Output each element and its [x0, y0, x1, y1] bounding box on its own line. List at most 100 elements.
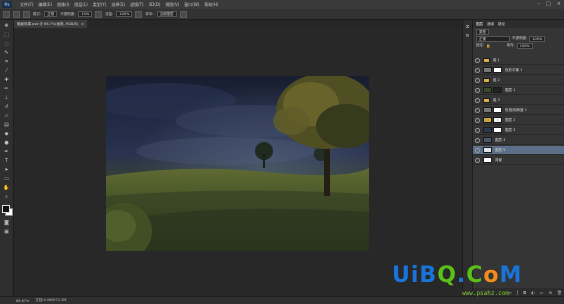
tab-paths[interactable]: 路径 [498, 22, 505, 27]
menu-type[interactable]: 类型(Y) [93, 2, 107, 8]
layer-thumbnail [483, 117, 492, 123]
brush-size-icon[interactable] [13, 10, 20, 18]
airbrush-icon[interactable] [135, 10, 143, 18]
layer-row[interactable]: 图层 4 [473, 136, 564, 145]
layer-row[interactable]: 色相/饱和度 1 [473, 106, 564, 115]
layer-thumbnail [483, 87, 492, 93]
menu-help[interactable]: 帮助(H) [204, 2, 218, 8]
menu-edit[interactable]: 编辑(E) [38, 2, 52, 8]
visibility-eye-icon[interactable] [475, 107, 480, 113]
layer-kind-select[interactable]: 类型 [476, 28, 489, 35]
layer-row-selected[interactable]: 图层 5 [473, 146, 564, 155]
dodge-tool-icon[interactable]: ● [3, 140, 10, 146]
tab-layers[interactable]: 图层 [476, 22, 483, 27]
blur-tool-icon[interactable]: ◆ [3, 131, 10, 137]
menu-layer[interactable]: 图层(L) [74, 2, 87, 8]
layer-row[interactable]: 组 3 [473, 96, 564, 105]
folder-icon [483, 57, 490, 63]
layer-row[interactable]: 图层 1 [473, 86, 564, 95]
layer-mask-thumbnail [493, 87, 502, 93]
layer-row[interactable]: 图层 2 [473, 116, 564, 125]
pen-tool-icon[interactable]: ✒ [3, 149, 10, 155]
folder-icon [483, 97, 490, 103]
menu-image[interactable]: 图像(I) [57, 2, 69, 8]
move-tool-icon[interactable]: ✥ [3, 23, 10, 29]
properties-panel-icon[interactable]: ≡ [464, 33, 471, 39]
eyedropper-icon[interactable]: ⁄ [3, 68, 10, 74]
visibility-eye-icon[interactable] [475, 147, 480, 153]
shape-tool-icon[interactable]: ▭ [3, 176, 10, 182]
lasso-tool-icon[interactable]: ◌ [3, 41, 10, 47]
foreground-color-swatch[interactable] [2, 205, 10, 213]
layer-mask-thumbnail [493, 107, 502, 113]
maximize-icon[interactable]: □ [546, 1, 551, 7]
tab-channels[interactable]: 通道 [487, 22, 494, 27]
eraser-tool-icon[interactable]: ▱ [3, 113, 10, 119]
visibility-eye-icon[interactable] [475, 87, 480, 93]
brush-preset-icon[interactable] [3, 10, 10, 18]
layer-row[interactable]: 背景 [473, 156, 564, 165]
close-tab-icon[interactable]: × [81, 22, 84, 26]
marquee-tool-icon[interactable]: ⬚ [3, 32, 10, 38]
brush-panel-icon[interactable] [23, 10, 30, 18]
crop-tool-icon[interactable]: ⌗ [3, 59, 10, 65]
zoom-level[interactable]: 66.67% [16, 299, 29, 303]
menu-3d[interactable]: 3D(D) [149, 2, 161, 8]
minimize-icon[interactable]: – [538, 1, 541, 7]
brush-tool-icon[interactable]: ✏ [3, 86, 10, 92]
menu-file[interactable]: 文件(F) [20, 2, 33, 8]
color-swatches[interactable] [2, 205, 13, 216]
layer-filter-row: 类型 [473, 28, 564, 35]
quick-mask-icon[interactable]: ◙ [3, 220, 10, 226]
close-icon[interactable]: × [557, 1, 561, 7]
type-tool-icon[interactable]: T [3, 158, 10, 164]
path-select-icon[interactable]: ➤ [3, 167, 10, 173]
visibility-eye-icon[interactable] [475, 117, 480, 123]
healing-brush-icon[interactable]: ✚ [3, 77, 10, 83]
hand-tool-icon[interactable]: ✋ [3, 185, 10, 191]
layer-row[interactable]: 组 1 [473, 56, 564, 65]
menu-select[interactable]: 选择(S) [111, 2, 125, 8]
adjustment-icon [483, 67, 492, 73]
menu-filter[interactable]: 滤镜(T) [130, 2, 144, 8]
gradient-tool-icon[interactable]: ▤ [3, 122, 10, 128]
mode-select[interactable]: 正常 [44, 11, 58, 17]
menu-items: 文件(F) 编辑(E) 图像(I) 图层(L) 类型(Y) 选择(S) 滤镜(T… [20, 2, 218, 8]
document-canvas[interactable] [106, 76, 369, 251]
layer-opacity-field[interactable]: 100% [529, 35, 546, 42]
menu-window[interactable]: 窗口(W) [184, 2, 199, 8]
visibility-eye-icon[interactable] [475, 157, 480, 163]
layer-row[interactable]: 图层 3 [473, 126, 564, 135]
layer-row[interactable]: 组 2 [473, 76, 564, 85]
layer-name: 色相/饱和度 1 [505, 107, 528, 112]
opacity-field[interactable]: 10% [78, 11, 93, 17]
history-brush-icon[interactable]: ↺ [3, 104, 10, 110]
pressure-opacity-icon[interactable] [95, 10, 103, 18]
document-tab[interactable]: 晚景效果.psd @ 66.7%(画笔, RGB/8) × [14, 20, 88, 28]
screen-mode-icon[interactable]: ▣ [3, 229, 10, 235]
clone-stamp-icon[interactable]: ⊥ [3, 95, 10, 101]
layer-mask-thumbnail [493, 117, 502, 123]
zoom-tool-icon[interactable]: ⌕ [3, 194, 10, 200]
visibility-eye-icon[interactable] [475, 67, 480, 73]
sample-select[interactable]: 当前图层 [156, 11, 177, 17]
fill-field[interactable]: 100% [516, 42, 533, 49]
history-panel-icon[interactable]: ⧖ [464, 24, 471, 30]
layer-name: 图层 4 [495, 137, 506, 142]
visibility-eye-icon[interactable] [475, 77, 480, 83]
blend-mode-select[interactable]: 正常 [476, 35, 510, 42]
visibility-eye-icon[interactable] [475, 97, 480, 103]
visibility-eye-icon[interactable] [475, 137, 480, 143]
quick-select-icon[interactable]: ✎ [3, 50, 10, 56]
menu-view[interactable]: 视图(V) [165, 2, 179, 8]
layer-thumbnail [483, 157, 492, 163]
flow-field[interactable]: 100% [116, 11, 133, 17]
layer-thumbnail [483, 147, 492, 153]
layer-row[interactable]: 色彩平衡 1 [473, 66, 564, 75]
lock-icon[interactable]: 🔒 [486, 44, 490, 48]
layer-mask-thumbnail [493, 127, 502, 133]
pressure-size-icon[interactable] [179, 10, 187, 18]
visibility-eye-icon[interactable] [475, 57, 480, 63]
visibility-eye-icon[interactable] [475, 127, 480, 133]
lock-label: 锁定: [476, 43, 485, 47]
